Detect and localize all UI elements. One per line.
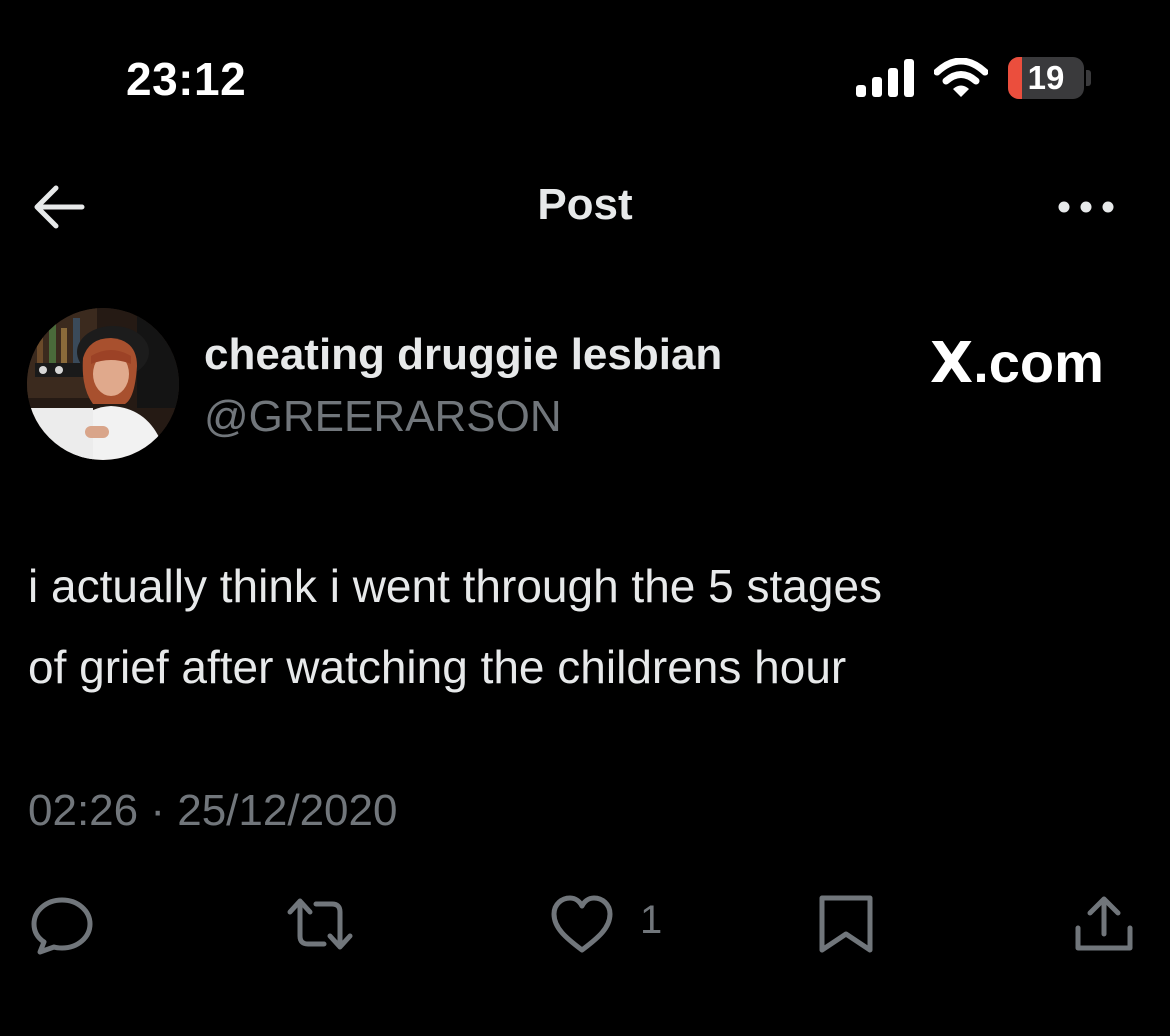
like-count: 1: [640, 898, 663, 942]
signal-icon: [856, 59, 914, 97]
meta-separator: ·: [150, 786, 165, 835]
page-title: Post: [537, 180, 633, 229]
share-icon[interactable]: [1070, 892, 1138, 956]
x-logo-mark: X: [930, 331, 974, 396]
bookmark-icon[interactable]: [812, 892, 880, 956]
post-text: i actually think i went through the 5 st…: [28, 546, 1138, 708]
post-timestamp: 02:26 · 25/12/2020: [28, 786, 397, 836]
like-icon[interactable]: [548, 892, 616, 956]
battery-level: 19: [1027, 59, 1065, 96]
post-text-line: i actually think i went through the 5 st…: [28, 560, 883, 612]
post-time: 02:26: [28, 786, 139, 835]
battery-terminal: [1086, 70, 1091, 86]
more-icon[interactable]: [1056, 196, 1116, 218]
post-text-line: of grief after watching the childrens ho…: [28, 641, 847, 693]
user-handle[interactable]: @GREERARSON: [204, 392, 562, 442]
battery-icon: 19: [1008, 57, 1084, 99]
x-logo: X.com: [930, 330, 1104, 396]
status-time: 23:12: [126, 53, 247, 105]
x-logo-suffix: .com: [973, 331, 1104, 394]
wifi-icon: [934, 58, 988, 97]
display-name[interactable]: cheating druggie lesbian: [204, 330, 722, 380]
post-date: 25/12/2020: [177, 786, 398, 835]
avatar[interactable]: [27, 308, 179, 460]
reply-icon[interactable]: [28, 892, 96, 956]
repost-icon[interactable]: [286, 892, 354, 956]
